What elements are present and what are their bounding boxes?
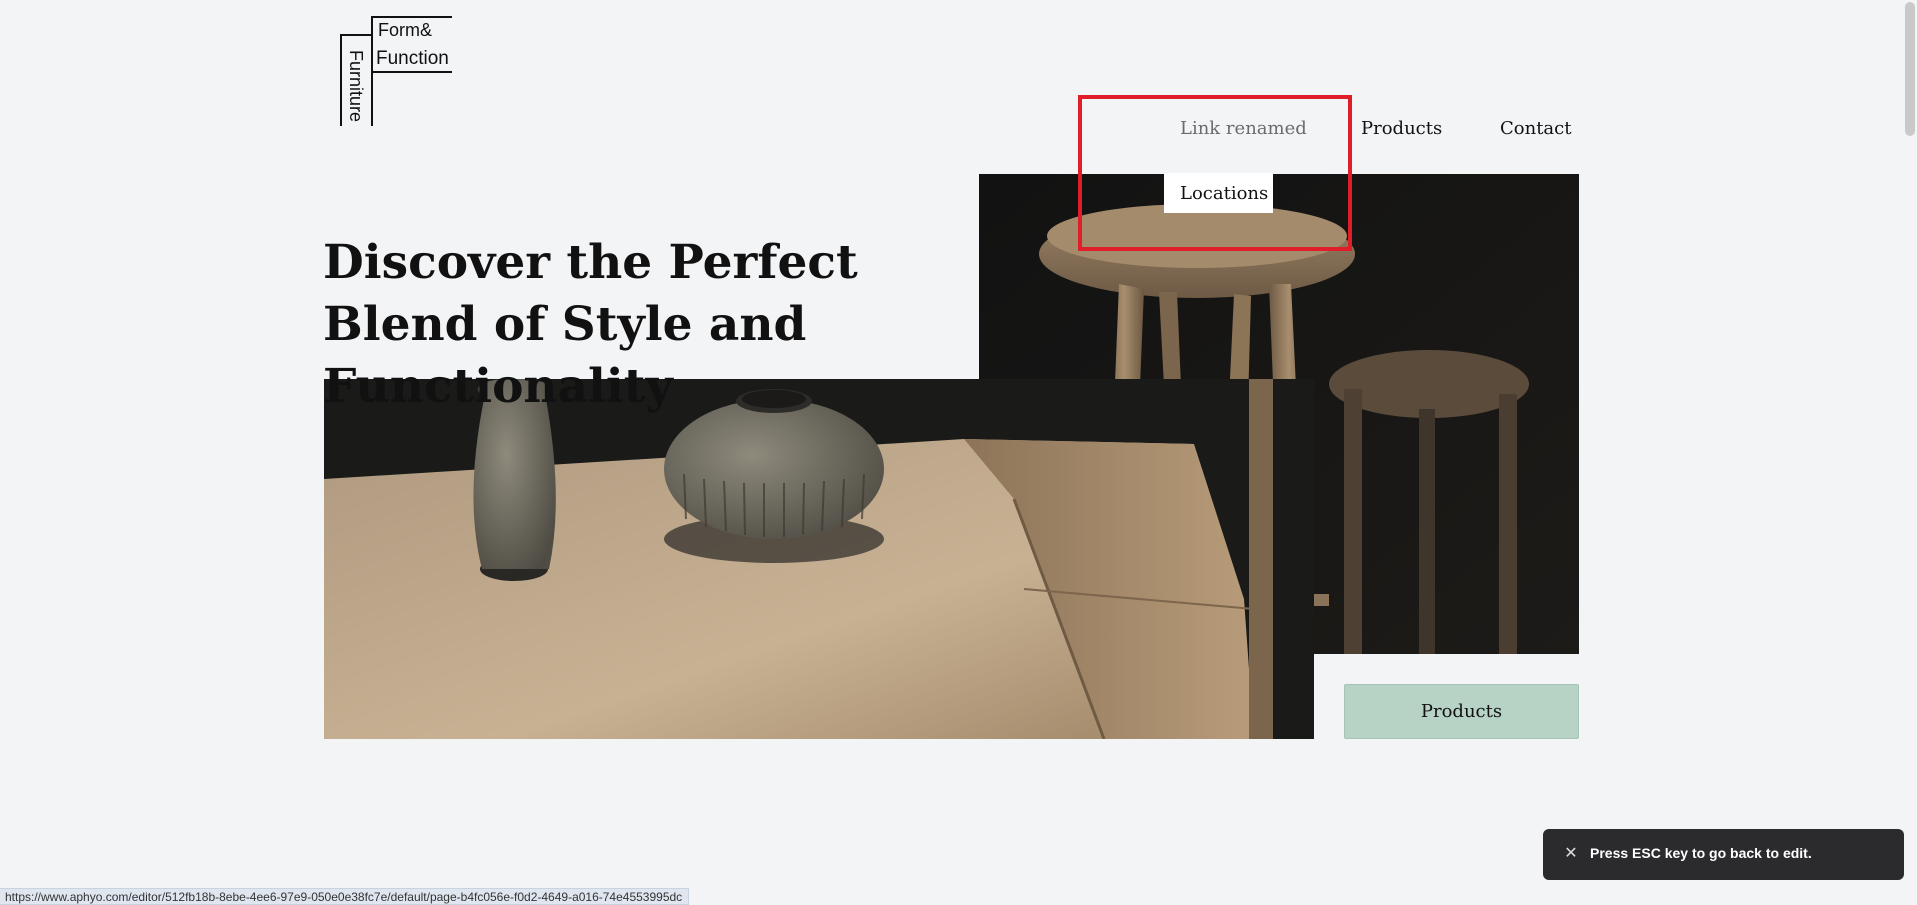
hero-image-sideboard — [324, 379, 1314, 739]
logo-line — [340, 34, 342, 126]
logo-text-function: Function — [376, 48, 449, 69]
logo-line — [371, 71, 452, 73]
status-bar-url: https://www.aphyo.com/editor/512fb18b-8e… — [0, 888, 690, 905]
logo-text-furniture: Furniture — [346, 50, 366, 123]
page: Form& Function Furniture Link renamed Pr… — [0, 0, 1917, 905]
hero-title: Discover the Perfect Blend of Style and … — [323, 235, 858, 414]
toast-message: Press ESC key to go back to edit. — [1590, 845, 1812, 861]
logo-line — [371, 16, 373, 126]
brand-logo[interactable]: Form& Function Furniture — [340, 16, 452, 126]
nav-link-products[interactable]: Products — [1361, 118, 1442, 139]
products-cta-button[interactable]: Products — [1344, 684, 1579, 739]
close-icon[interactable]: ✕ — [1561, 844, 1581, 864]
logo-line — [340, 34, 373, 36]
nav-link-contact[interactable]: Contact — [1500, 118, 1571, 139]
selection-highlight — [1078, 95, 1352, 251]
logo-text-form: Form& — [378, 20, 432, 40]
toast-notification: ✕ Press ESC key to go back to edit. — [1543, 829, 1904, 880]
logo-line — [371, 16, 452, 18]
scrollbar-thumb[interactable] — [1905, 2, 1915, 136]
